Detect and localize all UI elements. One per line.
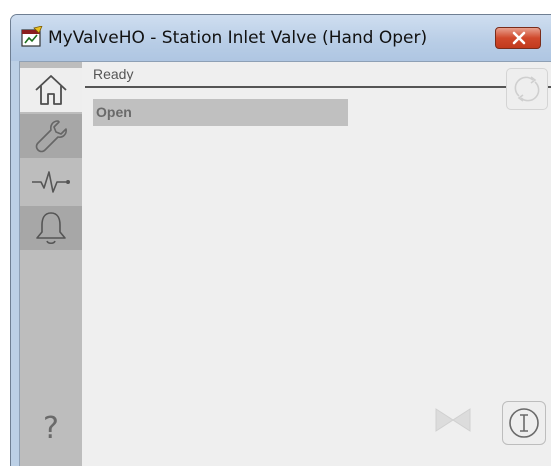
bell-icon (36, 212, 66, 245)
trend-icon (32, 171, 70, 193)
info-button[interactable] (502, 401, 546, 445)
valve-command-button[interactable] (432, 399, 474, 441)
sidebar: ? (20, 62, 82, 466)
close-button[interactable] (495, 27, 541, 49)
status-text: Ready (93, 66, 134, 82)
refresh-icon (514, 76, 540, 102)
window-title: MyValveHO - Station Inlet Valve (Hand Op… (48, 28, 428, 48)
faceplate-window: MyValveHO - Station Inlet Valve (Hand Op… (10, 14, 551, 466)
client-area: ? Ready Open (19, 61, 551, 466)
title-bar[interactable]: MyValveHO - Station Inlet Valve (Hand Op… (11, 15, 551, 61)
help-icon: ? (43, 410, 59, 446)
refresh-button[interactable] (506, 68, 548, 110)
sidebar-item-home[interactable] (20, 68, 82, 112)
sidebar-item-trends[interactable] (20, 160, 82, 204)
sidebar-item-alarms[interactable] (20, 206, 82, 250)
app-icon (21, 26, 43, 47)
home-icon (35, 75, 67, 105)
wrench-icon (35, 120, 67, 153)
valve-state-field: Open (93, 99, 348, 126)
status-divider (85, 86, 551, 88)
info-icon (509, 408, 539, 438)
sidebar-item-maintenance[interactable] (20, 114, 82, 158)
main-panel: Ready Open (82, 62, 551, 466)
close-icon (512, 31, 526, 45)
help-button[interactable]: ? (20, 406, 82, 450)
valve-icon (435, 408, 471, 432)
